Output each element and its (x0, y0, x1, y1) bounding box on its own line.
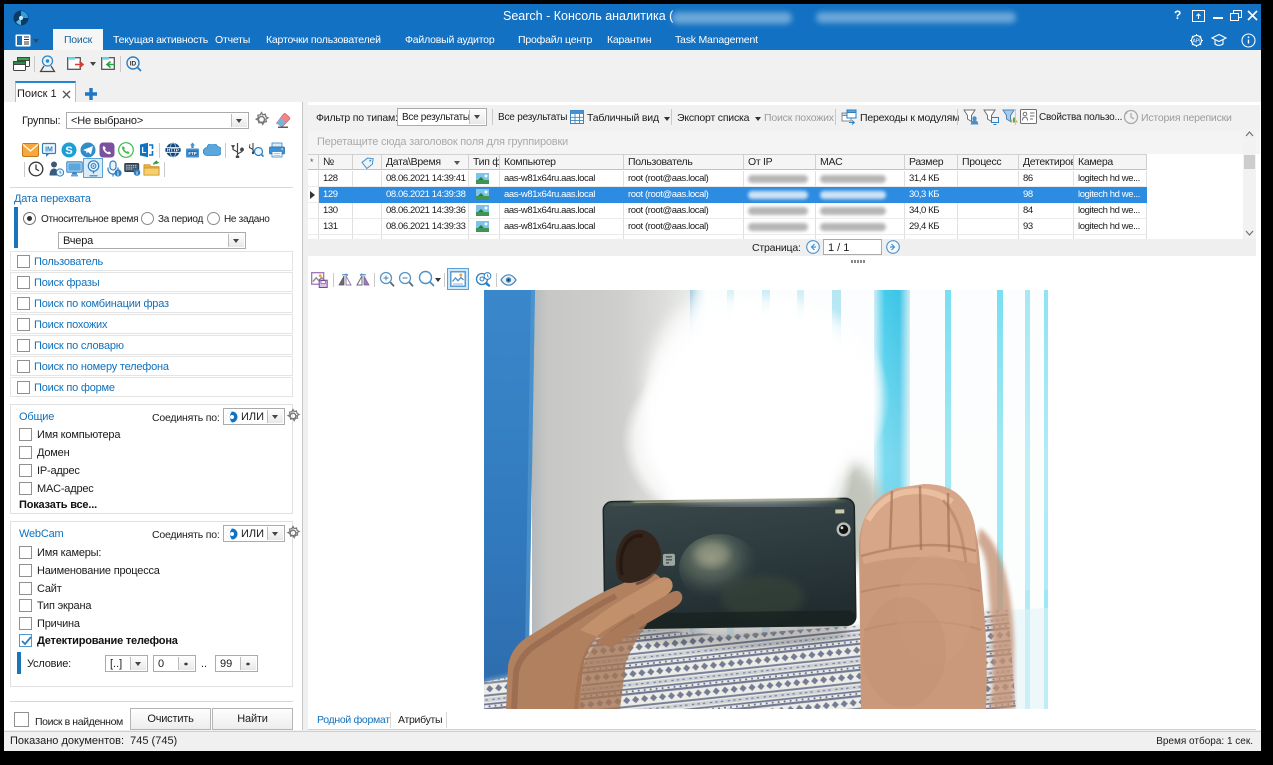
svg-text:IM: IM (45, 147, 53, 154)
svg-text:L: L (142, 146, 147, 155)
svg-text:FTP: FTP (188, 151, 196, 156)
svg-text:S: S (65, 145, 72, 157)
svg-text:HTTP: HTTP (167, 148, 179, 153)
svg-text:ID: ID (130, 61, 137, 68)
svg-text:АРІ: АРІ (1192, 39, 1200, 45)
